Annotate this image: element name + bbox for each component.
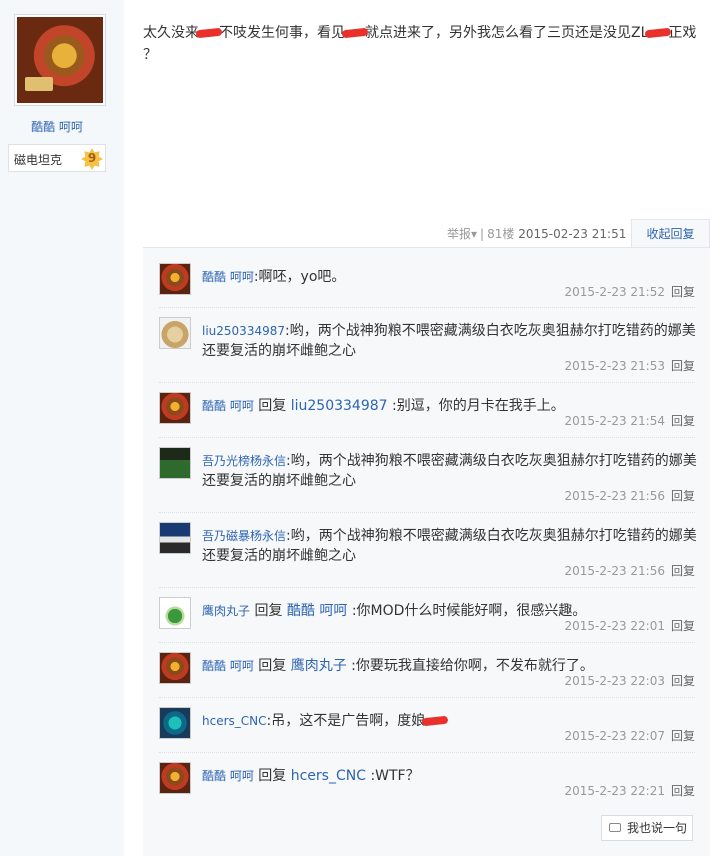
post-content: 太久没来 不吱发生何事，看见 就点进来了，另外我怎么看了三页还是没见ZL 正戏？ [143, 25, 697, 63]
avatar[interactable] [159, 652, 191, 684]
author-name[interactable]: 酷酷 呵呵 [0, 118, 114, 135]
avatar[interactable] [159, 392, 191, 424]
reply-button[interactable]: 回复 [671, 285, 695, 299]
reply-time: 2015-2-23 21:56 [564, 489, 665, 503]
reply-text: :WTF？ [366, 768, 420, 784]
reply-target-link[interactable]: hcers_CNC [291, 768, 366, 784]
reply-time: 2015-2-23 21:52 [564, 285, 665, 299]
reply-button[interactable]: 回复 [671, 564, 695, 578]
reply-time: 2015-2-23 22:03 [564, 674, 665, 688]
divider [159, 512, 695, 513]
author-avatar[interactable] [14, 14, 106, 106]
reply-text: 啊呸，yo吧。 [258, 269, 346, 285]
reply-item: 吾乃光榜杨永信:哟，两个战神狗粮不喂密藏满级白衣吃灰奥狙赫尔打吃错药的娜美还要复… [159, 447, 697, 507]
reply-button[interactable]: 回复 [671, 729, 695, 743]
reply-username[interactable]: hcers_CNC [202, 714, 267, 728]
reply-item: hcers_CNC:吊，这不是广告啊，度娘 2015-2-23 22:07 回复 [159, 707, 695, 747]
level-badge-icon: 9 [81, 148, 103, 170]
reply-username[interactable]: liu250334987 [202, 324, 285, 338]
reply-text: :你MOD什么时候能好啊，很感兴趣。 [347, 603, 587, 619]
author-sidebar: 酷酷 呵呵 磁电坦克 9 [0, 0, 124, 856]
reply-username[interactable]: 酷酷 呵呵 [202, 399, 254, 413]
reply-panel: 酷酷 呵呵:啊呸，yo吧。 2015-2-23 21:52 回复 liu25033… [143, 247, 710, 856]
reply-time: 2015-2-23 22:01 [564, 619, 665, 633]
reply-item: 酷酷 呵呵 回复 鹰肉丸子 :你要玩我直接给你啊，不发布就行了。 2015-2-… [159, 652, 695, 692]
reply-item: 酷酷 呵呵 回复 hcers_CNC :WTF？ 2015-2-23 22:21… [159, 762, 695, 802]
reply-button[interactable]: 回复 [671, 674, 695, 688]
divider [159, 382, 695, 383]
reply-item: 鹰肉丸子 回复 酷酷 呵呵 :你MOD什么时候能好啊，很感兴趣。 2015-2-… [159, 597, 695, 637]
reply-button[interactable]: 回复 [671, 619, 695, 633]
reply-button[interactable]: 回复 [671, 784, 695, 798]
reply-time: 2015-2-23 22:07 [564, 729, 665, 743]
avatar[interactable] [159, 707, 191, 739]
divider [159, 642, 695, 643]
reply-item: 酷酷 呵呵:啊呸，yo吧。 2015-2-23 21:52 回复 [159, 263, 695, 303]
reply-button[interactable]: 回复 [671, 489, 695, 503]
floor-number: 81楼 [487, 227, 515, 241]
divider [159, 697, 695, 698]
level-number: 9 [87, 151, 97, 165]
divider [159, 752, 695, 753]
reply-username[interactable]: 酷酷 呵呵 [202, 270, 254, 284]
collapse-replies-button[interactable]: 收起回复 [631, 219, 710, 248]
avatar[interactable] [159, 263, 191, 295]
reply-username[interactable]: 酷酷 呵呵 [202, 769, 254, 783]
reply-target-link[interactable]: 酷酷 呵呵 [287, 603, 347, 619]
reply-username[interactable]: 吾乃光榜杨永信 [202, 454, 286, 468]
reply-username[interactable]: 酷酷 呵呵 [202, 659, 254, 673]
reply-target-link[interactable]: liu250334987 [291, 398, 388, 414]
say-something-button[interactable]: 我也说一句 [601, 815, 693, 841]
redaction-mark [421, 715, 449, 727]
reply-item: liu250334987:哟，两个战神狗粮不喂密藏满级白衣吃灰奥狙赫尔打吃错药的… [159, 317, 696, 377]
avatar[interactable] [159, 522, 191, 554]
divider [159, 587, 695, 588]
level-name: 磁电坦克 [14, 153, 63, 167]
avatar[interactable] [159, 317, 191, 349]
reply-item: 吾乃磁暴杨永信:哟，两个战神狗粮不喂密藏满级白衣吃灰奥狙赫尔打吃错药的娜美还要复… [159, 522, 697, 582]
reply-button[interactable]: 回复 [671, 359, 695, 373]
avatar[interactable] [159, 762, 191, 794]
reply-time: 2015-2-23 21:56 [564, 564, 665, 578]
post-datetime: 2015-02-23 21:51 [518, 227, 627, 241]
reply-button[interactable]: 回复 [671, 414, 695, 428]
avatar[interactable] [159, 597, 191, 629]
reply-time: 2015-2-23 21:54 [564, 414, 665, 428]
reply-text: :你要玩我直接给你啊，不发布就行了。 [346, 658, 594, 674]
reply-username[interactable]: 吾乃磁暴杨永信 [202, 529, 286, 543]
reply-time: 2015-2-23 22:21 [564, 784, 665, 798]
chevron-down-icon[interactable]: ▾ [471, 227, 477, 241]
user-level[interactable]: 磁电坦克 9 [8, 144, 106, 172]
reply-text: 吊，这不是广告啊，度娘 [271, 713, 426, 729]
reply-username[interactable]: 鹰肉丸子 [202, 604, 250, 618]
reply-target-link[interactable]: 鹰肉丸子 [291, 658, 347, 674]
comment-icon [609, 823, 621, 832]
post-meta: 举报▾ | 81楼 2015-02-23 21:51 [447, 227, 627, 241]
avatar-image [17, 17, 103, 103]
divider [159, 307, 695, 308]
divider [159, 437, 695, 438]
avatar[interactable] [159, 447, 191, 479]
reply-time: 2015-2-23 21:53 [564, 359, 665, 373]
reply-item: 酷酷 呵呵 回复 liu250334987 :别逗，你的月卡在我手上。 2015… [159, 392, 695, 432]
reply-text: :别逗，你的月卡在我手上。 [387, 398, 565, 414]
report-link[interactable]: 举报 [447, 227, 471, 241]
